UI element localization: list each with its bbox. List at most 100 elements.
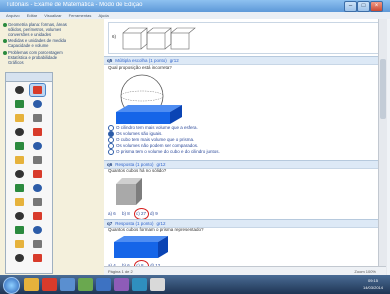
tool-undo-button[interactable]: [12, 224, 27, 236]
clock-date: 14/03/2014: [362, 285, 384, 290]
blue-prism-figure: [114, 236, 168, 258]
tool-color-button[interactable]: [30, 168, 45, 180]
minimize-button[interactable]: –: [344, 1, 357, 12]
close-button[interactable]: ×: [370, 1, 383, 12]
question-text: Quantos cubos formam o prisma representa…: [108, 227, 204, 232]
tool-square-button[interactable]: [30, 140, 45, 152]
tool-highlight-button[interactable]: [12, 252, 27, 264]
vertical-scrollbar[interactable]: [378, 19, 387, 275]
clock-time: 09:15: [367, 278, 378, 283]
answer-option[interactable]: a) 6: [108, 211, 116, 216]
tool-image-button[interactable]: [12, 182, 27, 194]
tool-text-button[interactable]: [12, 126, 27, 138]
grey-cube-figure: [116, 178, 142, 205]
tool-shape-button[interactable]: [30, 182, 45, 194]
palette-header[interactable]: [6, 73, 52, 82]
zoom-icon: [15, 240, 24, 248]
line-icon: [33, 128, 42, 136]
notes-icon[interactable]: [114, 278, 129, 291]
menu-item[interactable]: Visualizar: [44, 13, 61, 18]
tool-lasso-button[interactable]: [29, 83, 46, 97]
answer-option-label: Os volumes são iguais.: [116, 131, 163, 137]
start-button[interactable]: [3, 277, 20, 294]
pointer-icon: [15, 86, 24, 94]
radio-button[interactable]: [108, 149, 114, 155]
tool-screen-button[interactable]: [30, 238, 45, 250]
window-icon[interactable]: [150, 278, 165, 291]
cut-icon: [33, 198, 42, 206]
tool-line-button[interactable]: [30, 126, 45, 138]
menu-item[interactable]: Ferramentas: [69, 13, 92, 18]
outline-item: conversões e unidades: [8, 32, 52, 37]
tool-cut-button[interactable]: [30, 196, 45, 208]
tool-circle-button[interactable]: [12, 154, 27, 166]
menu-bar: Arquivo Editar Visualizar Ferramentas Aj…: [0, 12, 390, 19]
scrollbar-thumb[interactable]: [380, 59, 386, 119]
title-bar: Tutoriais - Exame de Matemática - Modo d…: [0, 0, 390, 12]
paste-icon: [33, 212, 42, 220]
answer-option-label: O cilindro tem mais volume que a esfera.: [116, 125, 198, 131]
tool-laser-button[interactable]: [30, 252, 45, 264]
tool-eraser-button[interactable]: [30, 112, 45, 124]
folder-icon[interactable]: [24, 278, 39, 291]
media-icon[interactable]: [60, 278, 75, 291]
menu-item[interactable]: Ajuda: [98, 13, 108, 18]
pencil-icon: [33, 100, 42, 108]
answer-option[interactable]: O prisma tem o volume do cubo e do cilin…: [108, 149, 220, 155]
eraser-icon: [33, 114, 42, 122]
app-icon[interactable]: [78, 278, 93, 291]
tool-marker-button[interactable]: [12, 112, 27, 124]
lasso-icon: [33, 86, 42, 94]
shape-icon: [33, 184, 42, 192]
answer-options: a) 6 b) 8 c) 27 d) 9: [108, 208, 198, 220]
tool-redo-button[interactable]: [30, 224, 45, 236]
editor-icon[interactable]: [132, 278, 147, 291]
undo-icon: [15, 226, 24, 234]
table-icon: [15, 198, 24, 206]
tool-palette: [5, 72, 53, 274]
question-text: Qual proposição está incorreta?: [108, 65, 172, 70]
menu-item[interactable]: Editar: [27, 13, 37, 18]
clock[interactable]: 09:15 14/03/2014: [360, 277, 386, 292]
main-content: 6) q5 Múltipla escolha (1 ponto) gr12 Qual…: [104, 19, 386, 275]
outline-item: Capacidade e volume: [8, 43, 49, 48]
answer-options: O cilindro tem mais volume que a esfera.…: [108, 125, 220, 155]
text-icon: [15, 128, 24, 136]
tool-zoom-button[interactable]: [12, 238, 27, 250]
question-header: q5 Múltipla escolha (1 ponto) gr12: [104, 56, 386, 65]
tool-table-button[interactable]: [12, 196, 27, 208]
cube-outlines-figure: [122, 27, 196, 50]
menu-item[interactable]: Arquivo: [6, 13, 20, 18]
copy-icon: [15, 212, 24, 220]
browser-icon[interactable]: [42, 278, 57, 291]
taskbar: 09:15 14/03/2014: [0, 275, 390, 294]
answer-option[interactable]: b) 8: [122, 211, 130, 216]
outline-item: Gráficos: [8, 60, 24, 65]
word-icon[interactable]: [96, 278, 111, 291]
tool-pencil-button[interactable]: [30, 98, 45, 110]
laser-icon: [33, 254, 42, 262]
color-icon: [33, 170, 42, 178]
page-indicator: Página 1 de 2: [108, 269, 133, 274]
answer-option[interactable]: d) 9: [150, 211, 158, 216]
image-icon: [15, 184, 24, 192]
answer-option-label: O cubo tem mais volume que o prisma.: [116, 137, 195, 143]
tool-copy-button[interactable]: [12, 210, 27, 222]
answer-option-label: Os volumes não podem ser comparados.: [116, 143, 199, 149]
arrow-icon: [15, 142, 24, 150]
brush-icon: [15, 100, 24, 108]
question-text: Quantos cubos há no sólido?: [108, 168, 167, 173]
square-icon: [33, 142, 42, 150]
tool-paste-button[interactable]: [30, 210, 45, 222]
maximize-button[interactable]: □: [357, 1, 370, 12]
fill-icon: [15, 170, 24, 178]
sphere-on-prism-figure: [116, 74, 182, 124]
screen-icon: [33, 240, 42, 248]
tool-triangle-button[interactable]: [30, 154, 45, 166]
tool-arrow-button[interactable]: [12, 140, 27, 152]
highlight-icon: [15, 254, 24, 262]
tool-brush-button[interactable]: [12, 98, 27, 110]
question-card: 6): [108, 22, 380, 54]
tool-fill-button[interactable]: [12, 168, 27, 180]
tool-pointer-button[interactable]: [12, 84, 27, 96]
